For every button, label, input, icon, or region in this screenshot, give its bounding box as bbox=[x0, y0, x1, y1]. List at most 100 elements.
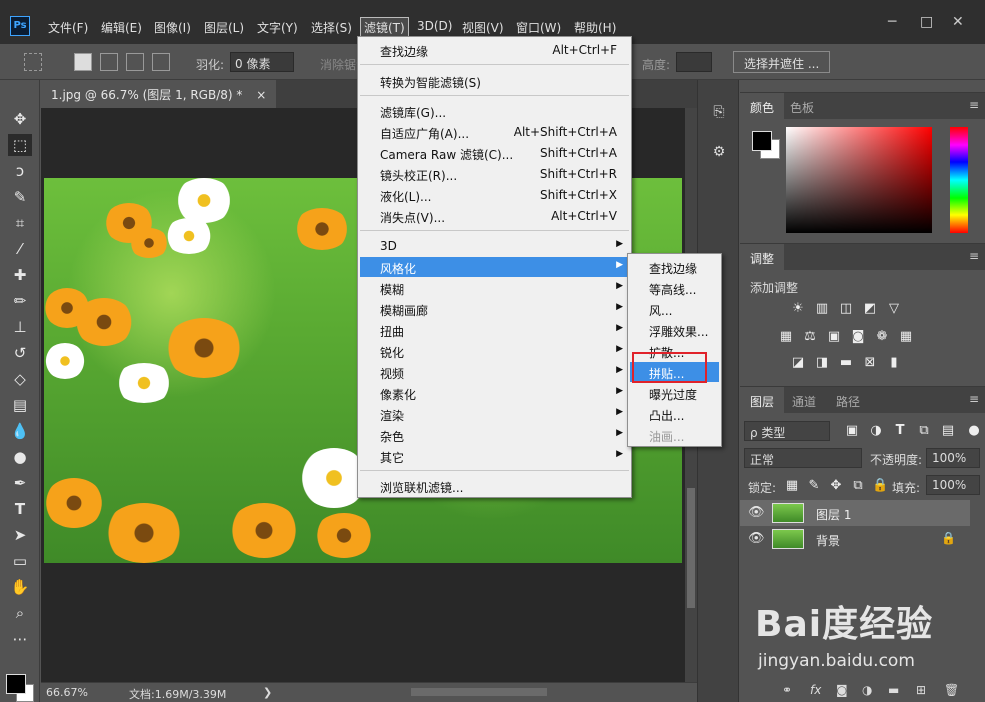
healing-icon[interactable]: ✚ bbox=[8, 264, 32, 286]
foreground-swatch[interactable] bbox=[752, 131, 772, 151]
menu-item-3d[interactable]: 3D ▶ bbox=[360, 236, 629, 256]
link-layers-icon[interactable]: ⚭ bbox=[782, 683, 792, 697]
submenu-item-emboss[interactable]: 浮雕效果... bbox=[630, 320, 719, 340]
new-adjustment-icon[interactable]: ◑ bbox=[862, 683, 872, 697]
move-icon[interactable]: ✥ bbox=[8, 108, 32, 130]
subtract-selection-icon[interactable] bbox=[126, 53, 144, 71]
status-arrow-icon[interactable]: ❯ bbox=[263, 686, 272, 699]
menu-file[interactable]: 文件(F) bbox=[48, 19, 88, 36]
lock-paint-icon[interactable]: ✎ bbox=[806, 478, 822, 494]
menu-select[interactable]: 选择(S) bbox=[311, 19, 352, 36]
maximize-icon[interactable]: □ bbox=[920, 14, 933, 30]
lock-transparent-icon[interactable]: ▦ bbox=[784, 478, 800, 494]
height-input[interactable] bbox=[676, 52, 712, 72]
menu-type[interactable]: 文字(Y) bbox=[257, 19, 298, 36]
black-white-icon[interactable]: ▣ bbox=[826, 329, 842, 345]
filter-shape-icon[interactable]: ⧉ bbox=[916, 423, 932, 439]
feather-input[interactable]: 0 像素 bbox=[230, 52, 294, 72]
rectangle-icon[interactable]: ▭ bbox=[8, 550, 32, 572]
layer-name[interactable]: 背景 bbox=[816, 532, 840, 549]
minimize-icon[interactable]: ─ bbox=[888, 14, 896, 30]
tab-adjustments[interactable]: 调整 bbox=[740, 244, 785, 270]
color-picker-field[interactable] bbox=[786, 127, 932, 233]
posterize-icon[interactable]: ◨ bbox=[814, 355, 830, 371]
pen-icon[interactable]: ✒ bbox=[8, 472, 32, 494]
menu-item-smart-filter[interactable]: 转换为智能滤镜(S) bbox=[360, 71, 629, 91]
menu-item-camera-raw[interactable]: Camera Raw 滤镜(C)... Shift+Ctrl+A bbox=[360, 143, 629, 163]
zoom-icon[interactable]: ⌕ bbox=[8, 602, 32, 624]
submenu-item-trace-contour[interactable]: 等高线... bbox=[630, 278, 719, 298]
menu-3d[interactable]: 3D(D) bbox=[417, 19, 452, 33]
menu-layer[interactable]: 图层(L) bbox=[204, 19, 244, 36]
hue-slider[interactable] bbox=[950, 127, 968, 233]
menu-item-pixelate[interactable]: 像素化 ▶ bbox=[360, 383, 629, 403]
filter-smart-icon[interactable]: ▤ bbox=[940, 423, 956, 439]
horizontal-scroll-thumb[interactable] bbox=[411, 688, 547, 696]
lock-all-icon[interactable]: 🔒 bbox=[872, 478, 888, 494]
levels-icon[interactable]: ▥ bbox=[814, 301, 830, 317]
marquee-icon[interactable]: ⬚ bbox=[8, 134, 32, 156]
color-balance-icon[interactable]: ⚖ bbox=[802, 329, 818, 345]
blend-mode-select[interactable]: 正常 bbox=[744, 448, 862, 468]
fx-icon[interactable]: fx bbox=[810, 683, 821, 697]
filter-type-icon[interactable]: T bbox=[892, 423, 908, 439]
hand-icon[interactable]: ✋ bbox=[8, 576, 32, 598]
menu-item-browse-online[interactable]: 浏览联机滤镜... bbox=[360, 476, 629, 496]
menu-item-render[interactable]: 渲染 ▶ bbox=[360, 404, 629, 424]
exposure-icon[interactable]: ◩ bbox=[862, 301, 878, 317]
add-selection-icon[interactable] bbox=[100, 53, 118, 71]
zoom-level[interactable]: 66.67% bbox=[46, 686, 88, 699]
submenu-item-find-edges[interactable]: 查找边缘 bbox=[630, 257, 719, 277]
filter-pixel-icon[interactable]: ▣ bbox=[844, 423, 860, 439]
menu-edit[interactable]: 编辑(E) bbox=[101, 19, 142, 36]
menu-item-other[interactable]: 其它 ▶ bbox=[360, 446, 629, 466]
menu-filter[interactable]: 滤镜(T) bbox=[360, 17, 409, 38]
eye-icon[interactable]: 👁 bbox=[748, 505, 765, 520]
crop-icon[interactable]: ⌗ bbox=[8, 212, 32, 234]
selective-color-icon[interactable]: ⊠ bbox=[862, 355, 878, 371]
layer-row-background[interactable]: 👁 背景 🔒 bbox=[740, 526, 970, 552]
menu-item-lens-correction[interactable]: 镜头校正(R)... Shift+Ctrl+R bbox=[360, 164, 629, 184]
filter-adjustment-icon[interactable]: ◑ bbox=[868, 423, 884, 439]
eye-icon[interactable]: 👁 bbox=[748, 531, 765, 546]
tab-layers[interactable]: 图层 bbox=[740, 387, 785, 413]
menu-item-filter-gallery[interactable]: 滤镜库(G)... bbox=[360, 101, 629, 121]
menu-item-video[interactable]: 视频 ▶ bbox=[360, 362, 629, 382]
menu-image[interactable]: 图像(I) bbox=[154, 19, 191, 36]
vertical-scroll-thumb[interactable] bbox=[687, 488, 695, 608]
history-brush-icon[interactable]: ↺ bbox=[8, 342, 32, 364]
color-lookup-icon[interactable]: ▦ bbox=[898, 329, 914, 345]
history-panel-icon[interactable]: ⎘ bbox=[710, 104, 728, 122]
menu-item-vanishing-point[interactable]: 消失点(V)... Alt+Ctrl+V bbox=[360, 206, 629, 226]
tab-color[interactable]: 颜色 bbox=[740, 93, 785, 119]
layer-kind-filter[interactable]: ρ 类型 bbox=[744, 421, 830, 441]
eyedropper-icon[interactable]: ⁄ bbox=[8, 238, 32, 260]
curves-icon[interactable]: ◫ bbox=[838, 301, 854, 317]
document-tab[interactable]: 1.jpg @ 66.7% (图层 1, RGB/8) * × bbox=[41, 80, 277, 108]
panel-menu-icon[interactable]: ≡ bbox=[969, 392, 979, 406]
fill-input[interactable]: 100% bbox=[926, 475, 980, 495]
delete-layer-icon[interactable]: 🗑 bbox=[944, 683, 959, 697]
more-tools-icon[interactable]: ⋯ bbox=[8, 628, 32, 650]
tab-channels[interactable]: 通道 bbox=[782, 387, 826, 413]
stamp-icon[interactable]: ⊥ bbox=[8, 316, 32, 338]
close-window-icon[interactable]: ✕ bbox=[952, 14, 964, 30]
hue-saturation-icon[interactable]: ▦ bbox=[778, 329, 794, 345]
menu-window[interactable]: 窗口(W) bbox=[516, 19, 561, 36]
lasso-icon[interactable]: ↄ bbox=[8, 160, 32, 182]
layer-row-layer1[interactable]: 👁 图层 1 bbox=[740, 500, 970, 526]
lock-artboard-icon[interactable]: ⧉ bbox=[850, 478, 866, 494]
new-selection-icon[interactable] bbox=[74, 53, 92, 71]
new-layer-icon[interactable]: ⊞ bbox=[916, 683, 926, 697]
submenu-item-solarize[interactable]: 曝光过度 bbox=[630, 383, 719, 403]
brush-icon[interactable]: ✏ bbox=[8, 290, 32, 312]
menu-item-blur-gallery[interactable]: 模糊画廊 ▶ bbox=[360, 299, 629, 319]
add-mask-icon[interactable]: ◙ bbox=[836, 683, 848, 697]
intersect-selection-icon[interactable] bbox=[152, 53, 170, 71]
submenu-item-wind[interactable]: 风... bbox=[630, 299, 719, 319]
eraser-icon[interactable]: ◇ bbox=[8, 368, 32, 390]
foreground-color-swatch[interactable] bbox=[6, 674, 26, 694]
lock-position-icon[interactable]: ✥ bbox=[828, 478, 844, 494]
menu-item-adaptive-wide-angle[interactable]: 自适应广角(A)... Alt+Shift+Ctrl+A bbox=[360, 122, 629, 142]
gradient-icon[interactable]: ▤ bbox=[8, 394, 32, 416]
